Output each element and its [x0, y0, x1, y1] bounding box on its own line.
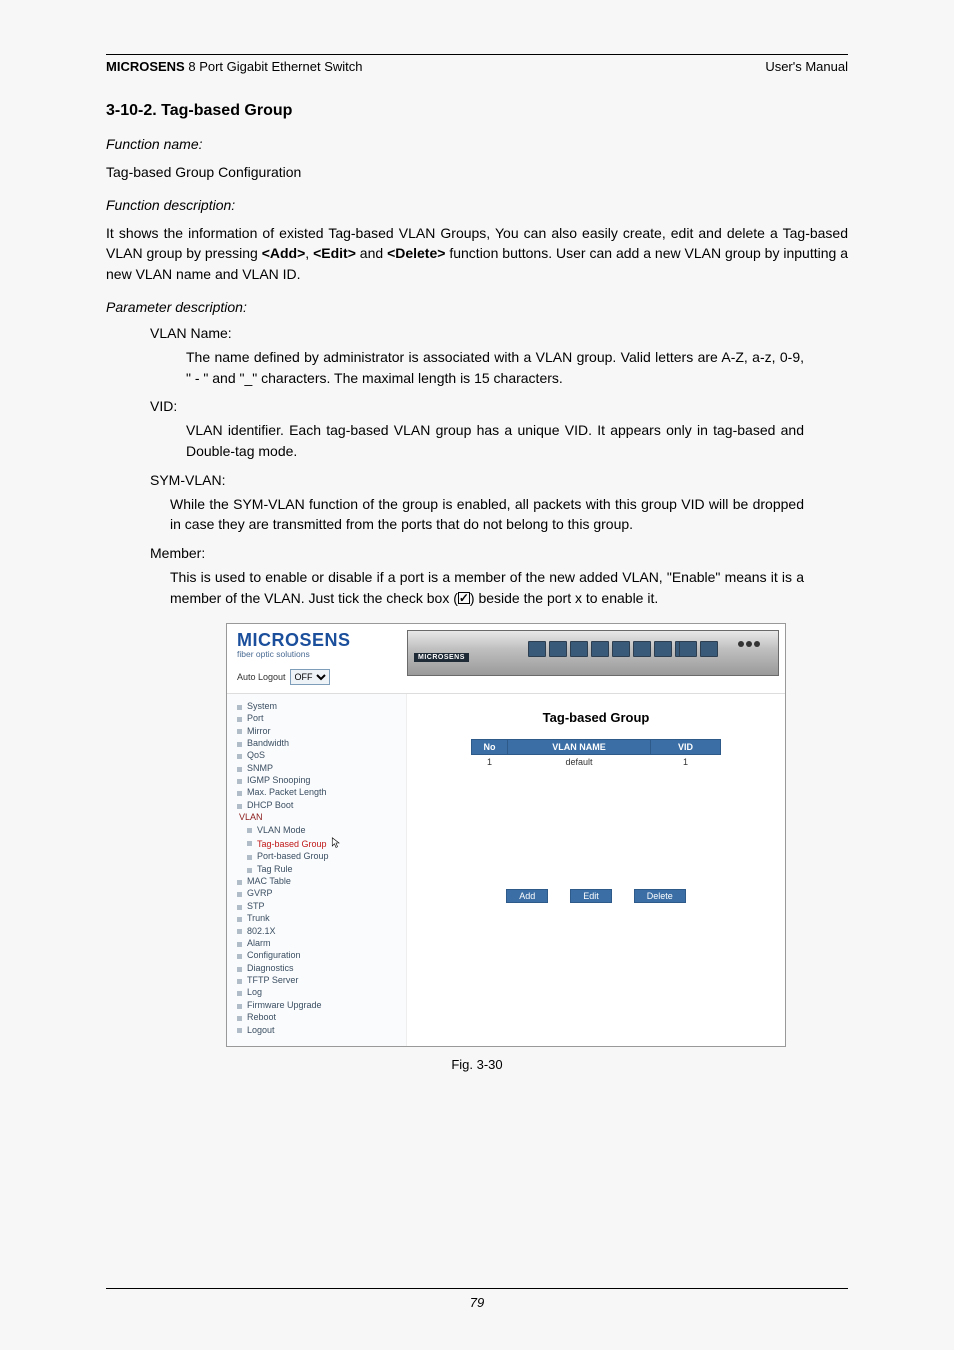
nav-logout[interactable]: Logout [233, 1023, 400, 1035]
function-name-value: Tag-based Group Configuration [106, 162, 848, 183]
device-banner: MICROSENS [407, 630, 779, 676]
cell-vlan-name: default [508, 754, 651, 769]
vlan-name-text: The name defined by administrator is ass… [186, 347, 804, 388]
nav-tag-based-group[interactable]: Tag-based Group [233, 836, 400, 850]
vid-text: VLAN identifier. Each tag-based VLAN gro… [186, 420, 804, 461]
nav-port-based-group[interactable]: Port-based Group [233, 850, 400, 862]
nav-dhcp-boot[interactable]: DHCP Boot [233, 799, 400, 811]
nav-trunk[interactable]: Trunk [233, 912, 400, 924]
edit-button[interactable]: Edit [570, 889, 612, 903]
auto-logout-label: Auto Logout [237, 672, 286, 682]
nav-reboot[interactable]: Reboot [233, 1011, 400, 1023]
nav-diagnostics[interactable]: Diagnostics [233, 962, 400, 974]
vlan-table: No VLAN NAME VID 1 default 1 [471, 739, 721, 769]
function-name-label: Function name: [106, 136, 848, 152]
sym-vlan-heading: SYM-VLAN: [150, 472, 848, 488]
banner-tag: MICROSENS [414, 653, 469, 662]
cell-vid: 1 [651, 754, 721, 769]
member-heading: Member: [150, 545, 848, 561]
th-vid: VID [651, 739, 721, 754]
nav-system[interactable]: System [233, 700, 400, 712]
nav-tag-rule[interactable]: Tag Rule [233, 863, 400, 875]
add-button[interactable]: Add [506, 889, 548, 903]
content-pane: Tag-based Group No VLAN NAME VID 1 defau… [407, 694, 785, 1046]
sym-vlan-text: While the SYM-VLAN function of the group… [170, 494, 804, 535]
content-title: Tag-based Group [543, 710, 650, 725]
nav-max-packet-length[interactable]: Max. Packet Length [233, 786, 400, 798]
brand-name: MICROSENS [106, 59, 185, 74]
nav-snmp[interactable]: SNMP [233, 762, 400, 774]
nav-alarm[interactable]: Alarm [233, 937, 400, 949]
nav-vlan-mode[interactable]: VLAN Mode [233, 823, 400, 835]
vid-heading: VID: [150, 398, 848, 414]
auto-logout-select[interactable]: OFF [290, 669, 330, 685]
embedded-screenshot: MICROSENS fiber optic solutions Auto Log… [226, 623, 786, 1047]
delete-button[interactable]: Delete [634, 889, 686, 903]
header-right: User's Manual [765, 59, 848, 74]
shot-brand: MICROSENS [237, 630, 397, 651]
header-left: MICROSENS 8 Port Gigabit Ethernet Switch [106, 59, 363, 74]
nav-mirror[interactable]: Mirror [233, 724, 400, 736]
nav-configuration[interactable]: Configuration [233, 949, 400, 961]
nav-8021x[interactable]: 802.1X [233, 924, 400, 936]
page-footer: 79 [106, 1288, 848, 1310]
section-title: 3-10-2. Tag-based Group [106, 102, 848, 120]
nav-gvrp[interactable]: GVRP [233, 887, 400, 899]
member-text: This is used to enable or disable if a p… [170, 567, 804, 608]
figure-caption: Fig. 3-30 [106, 1057, 848, 1072]
page-header: MICROSENS 8 Port Gigabit Ethernet Switch… [106, 59, 848, 74]
cell-no: 1 [472, 754, 508, 769]
function-description-label: Function description: [106, 197, 848, 213]
nav-igmp-snooping[interactable]: IGMP Snooping [233, 774, 400, 786]
checkbox-icon [458, 592, 470, 604]
nav-sidebar: System Port Mirror Bandwidth QoS SNMP IG… [227, 694, 407, 1046]
nav-mac-table[interactable]: MAC Table [233, 875, 400, 887]
nav-port[interactable]: Port [233, 712, 400, 724]
nav-qos[interactable]: QoS [233, 749, 400, 761]
th-no: No [472, 739, 508, 754]
nav-firmware-upgrade[interactable]: Firmware Upgrade [233, 999, 400, 1011]
cursor-icon [331, 837, 341, 849]
header-title-rest: 8 Port Gigabit Ethernet Switch [185, 59, 363, 74]
nav-stp[interactable]: STP [233, 900, 400, 912]
page-number: 79 [470, 1295, 484, 1310]
table-row[interactable]: 1 default 1 [472, 754, 721, 769]
th-vlan-name: VLAN NAME [508, 739, 651, 754]
nav-log[interactable]: Log [233, 986, 400, 998]
function-description-text: It shows the information of existed Tag-… [106, 223, 848, 285]
nav-tftp-server[interactable]: TFTP Server [233, 974, 400, 986]
nav-bandwidth[interactable]: Bandwidth [233, 737, 400, 749]
vlan-name-heading: VLAN Name: [150, 325, 848, 341]
nav-vlan-group[interactable]: VLAN [233, 811, 400, 823]
parameter-description-label: Parameter description: [106, 299, 848, 315]
